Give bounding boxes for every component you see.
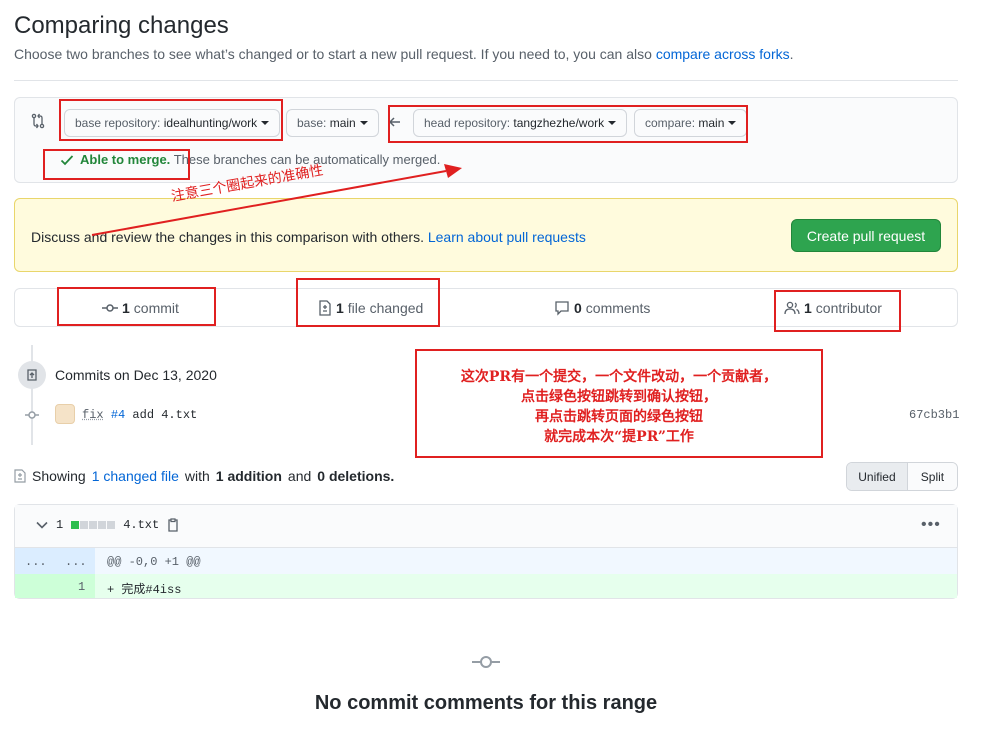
annotation-line-1: 这次PR有一个提交，一个文件改动，一个贡献者， (460, 369, 778, 385)
annotation-line-4: 就完成本次“提PR”工作 (544, 429, 694, 445)
annotation-line-2: 点击绿色按钮跳转到确认按钮， (521, 389, 717, 405)
annotation-line-3: 再点击跳转页面的绿色按钮 (535, 409, 703, 425)
annotation-callout: 这次PR有一个提交，一个文件改动，一个贡献者， 点击绿色按钮跳转到确认按钮， 再… (415, 349, 823, 458)
